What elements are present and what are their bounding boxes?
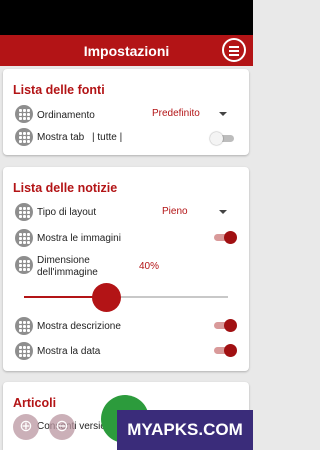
grid-icon: [15, 229, 33, 247]
show-tab-value: | tutte |: [92, 132, 123, 143]
status-bar: [0, 0, 253, 35]
sort-dropdown-value[interactable]: Predefinito: [152, 108, 200, 119]
image-size-slider-track[interactable]: [106, 296, 228, 298]
grid-icon: [15, 342, 33, 360]
articles-title: Articoli: [13, 396, 57, 410]
show-description-label: Mostra descrizione: [37, 321, 121, 332]
chevron-down-icon[interactable]: [219, 112, 227, 116]
sort-label: Ordinamento: [37, 110, 95, 121]
show-tab-label: Mostra tab: [37, 132, 85, 143]
page-title: Impostazioni: [83, 43, 170, 59]
image-size-value: 40%: [139, 261, 160, 272]
grid-icon: [15, 128, 33, 146]
zoom-out-icon[interactable]: ⊖: [49, 414, 75, 440]
show-images-label: Mostra le immagini: [37, 233, 121, 244]
chevron-down-icon[interactable]: [219, 210, 227, 214]
layout-dropdown-value[interactable]: Pieno: [162, 206, 188, 217]
image-size-label-line1: Dimensione: [37, 255, 90, 266]
grid-icon: [15, 203, 33, 221]
watermark: MYAPKS.COM: [117, 410, 253, 450]
grid-icon: [15, 256, 33, 274]
menu-icon[interactable]: [222, 38, 246, 62]
grid-icon: [15, 317, 33, 335]
sources-title: Lista delle fonti: [13, 83, 105, 97]
image-size-label-line2: dell'immagine: [37, 267, 98, 278]
app-bar: Impostazioni: [0, 35, 253, 66]
sources-card: Lista delle fonti Ordinamento Predefinit…: [3, 69, 249, 155]
zoom-in-icon[interactable]: ⊕: [13, 414, 39, 440]
layout-label: Tipo di layout: [37, 207, 97, 218]
image-size-slider-thumb[interactable]: [92, 283, 121, 312]
news-title: Lista delle notizie: [13, 181, 118, 195]
grid-icon: [15, 105, 33, 123]
show-date-label: Mostra la data: [37, 346, 101, 357]
